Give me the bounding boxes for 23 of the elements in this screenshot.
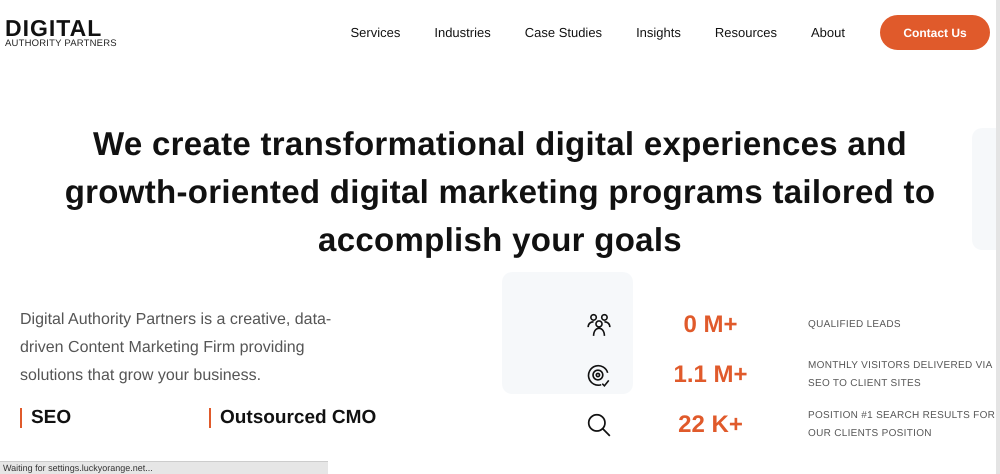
- logo-wordmark[interactable]: DIGITAL: [5, 16, 117, 39]
- people-icon: [586, 312, 612, 338]
- hero-heading: We create transformational digital experiences and growth-oriented digital marketing programs tailored to accomplish your goals: [64, 124, 936, 260]
- nav-link[interactable]: Insights: [636, 25, 681, 40]
- logo-tagline: AUTHORITY PARTNERS: [5, 38, 117, 48]
- stat-value: 22 K+: [678, 411, 743, 439]
- stat-value: 1.1 M+: [673, 361, 748, 389]
- nav-link[interactable]: Industries: [434, 25, 491, 40]
- service-heading: Outsourced CMO: [209, 408, 398, 428]
- nav-link[interactable]: Services: [350, 25, 400, 40]
- intro-paragraph: Digital Authority Partners is a creative, data-driven Content Marketing Firm providing solutions that grow your business.: [20, 310, 332, 386]
- target-check-icon: [586, 362, 612, 388]
- stat-label: MONTHLY VISITORS DELIVERED VIA SEO TO CLIENT SITES: [808, 359, 994, 391]
- stat-value: 0 M+: [683, 311, 738, 339]
- contact-button[interactable]: Contact Us: [880, 15, 990, 50]
- search-icon: [586, 412, 612, 438]
- service-heading: SEO: [20, 408, 209, 428]
- stat-label: POSITION #1 SEARCH RESULTS FOR OUR CLIENTS POSITION: [808, 409, 996, 441]
- nav-link[interactable]: About: [811, 25, 845, 40]
- stat-label: QUALIFIED LEADS: [808, 318, 902, 332]
- nav-link[interactable]: Resources: [714, 25, 778, 40]
- nav-link[interactable]: Case Studies: [524, 25, 602, 40]
- status-bar: Waiting for settings.luckyorange.net...: [0, 461, 328, 474]
